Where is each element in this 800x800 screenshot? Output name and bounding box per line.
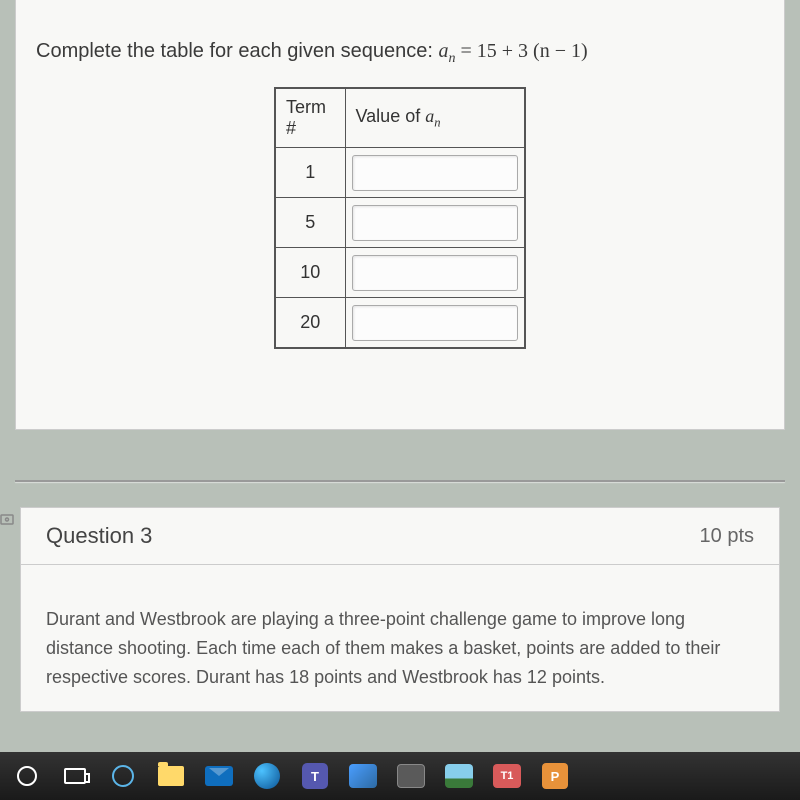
header-term: Term #: [275, 88, 345, 148]
value-input-1[interactable]: [352, 155, 519, 191]
sequence-formula: an = 15 + 3 (n − 1): [438, 40, 587, 62]
mail-icon: [205, 766, 233, 786]
question-3-body: Durant and Westbrook are playing a three…: [20, 565, 780, 712]
value-input-10[interactable]: [352, 255, 519, 291]
question-prompt: Complete the table for each given sequen…: [36, 40, 764, 67]
table-row: 10: [275, 248, 525, 298]
prompt-text: Complete the table for each given sequen…: [36, 40, 438, 62]
value-cell: [345, 198, 525, 248]
value-input-20[interactable]: [352, 305, 519, 341]
cortana-icon: [112, 765, 134, 787]
start-button[interactable]: [10, 759, 44, 793]
camera-button[interactable]: [394, 759, 428, 793]
windows-taskbar: T T1 P: [0, 752, 800, 800]
term-cell: 20: [275, 298, 345, 349]
photos-button[interactable]: [442, 759, 476, 793]
photos-icon: [445, 764, 473, 788]
header-value: Value of an: [345, 88, 525, 148]
value-cell: [345, 248, 525, 298]
question-points: 10 pts: [700, 525, 754, 548]
table-wrapper: Term # Value of an 1 5: [36, 87, 764, 349]
question-divider: [15, 480, 785, 482]
powerpoint-button[interactable]: P: [538, 759, 572, 793]
app-icon: [349, 764, 377, 788]
table-header-row: Term # Value of an: [275, 88, 525, 148]
flag-icon[interactable]: [0, 512, 16, 535]
question-2-container: Complete the table for each given sequen…: [15, 0, 785, 430]
file-explorer-button[interactable]: [154, 759, 188, 793]
question-title: Question 3: [46, 523, 152, 549]
table-row: 5: [275, 198, 525, 248]
value-input-5[interactable]: [352, 205, 519, 241]
teams-button[interactable]: T: [298, 759, 332, 793]
table-row: 1: [275, 148, 525, 198]
t1-icon: T1: [493, 764, 521, 788]
camera-icon: [397, 764, 425, 788]
teams-icon: T: [302, 763, 328, 789]
term-cell: 1: [275, 148, 345, 198]
taskview-icon: [64, 768, 86, 784]
task-view-button[interactable]: [58, 759, 92, 793]
mail-button[interactable]: [202, 759, 236, 793]
edge-button[interactable]: [250, 759, 284, 793]
folder-icon: [158, 766, 184, 786]
term-cell: 5: [275, 198, 345, 248]
powerpoint-icon: P: [542, 763, 568, 789]
value-cell: [345, 298, 525, 349]
cortana-button[interactable]: [106, 759, 140, 793]
app-button[interactable]: [346, 759, 380, 793]
value-cell: [345, 148, 525, 198]
term-cell: 10: [275, 248, 345, 298]
table-row: 20: [275, 298, 525, 349]
app-t1-button[interactable]: T1: [490, 759, 524, 793]
edge-icon: [254, 763, 280, 789]
question-3-header: Question 3 10 pts: [20, 507, 780, 565]
circle-icon: [17, 766, 37, 786]
sequence-table: Term # Value of an 1 5: [274, 87, 526, 349]
